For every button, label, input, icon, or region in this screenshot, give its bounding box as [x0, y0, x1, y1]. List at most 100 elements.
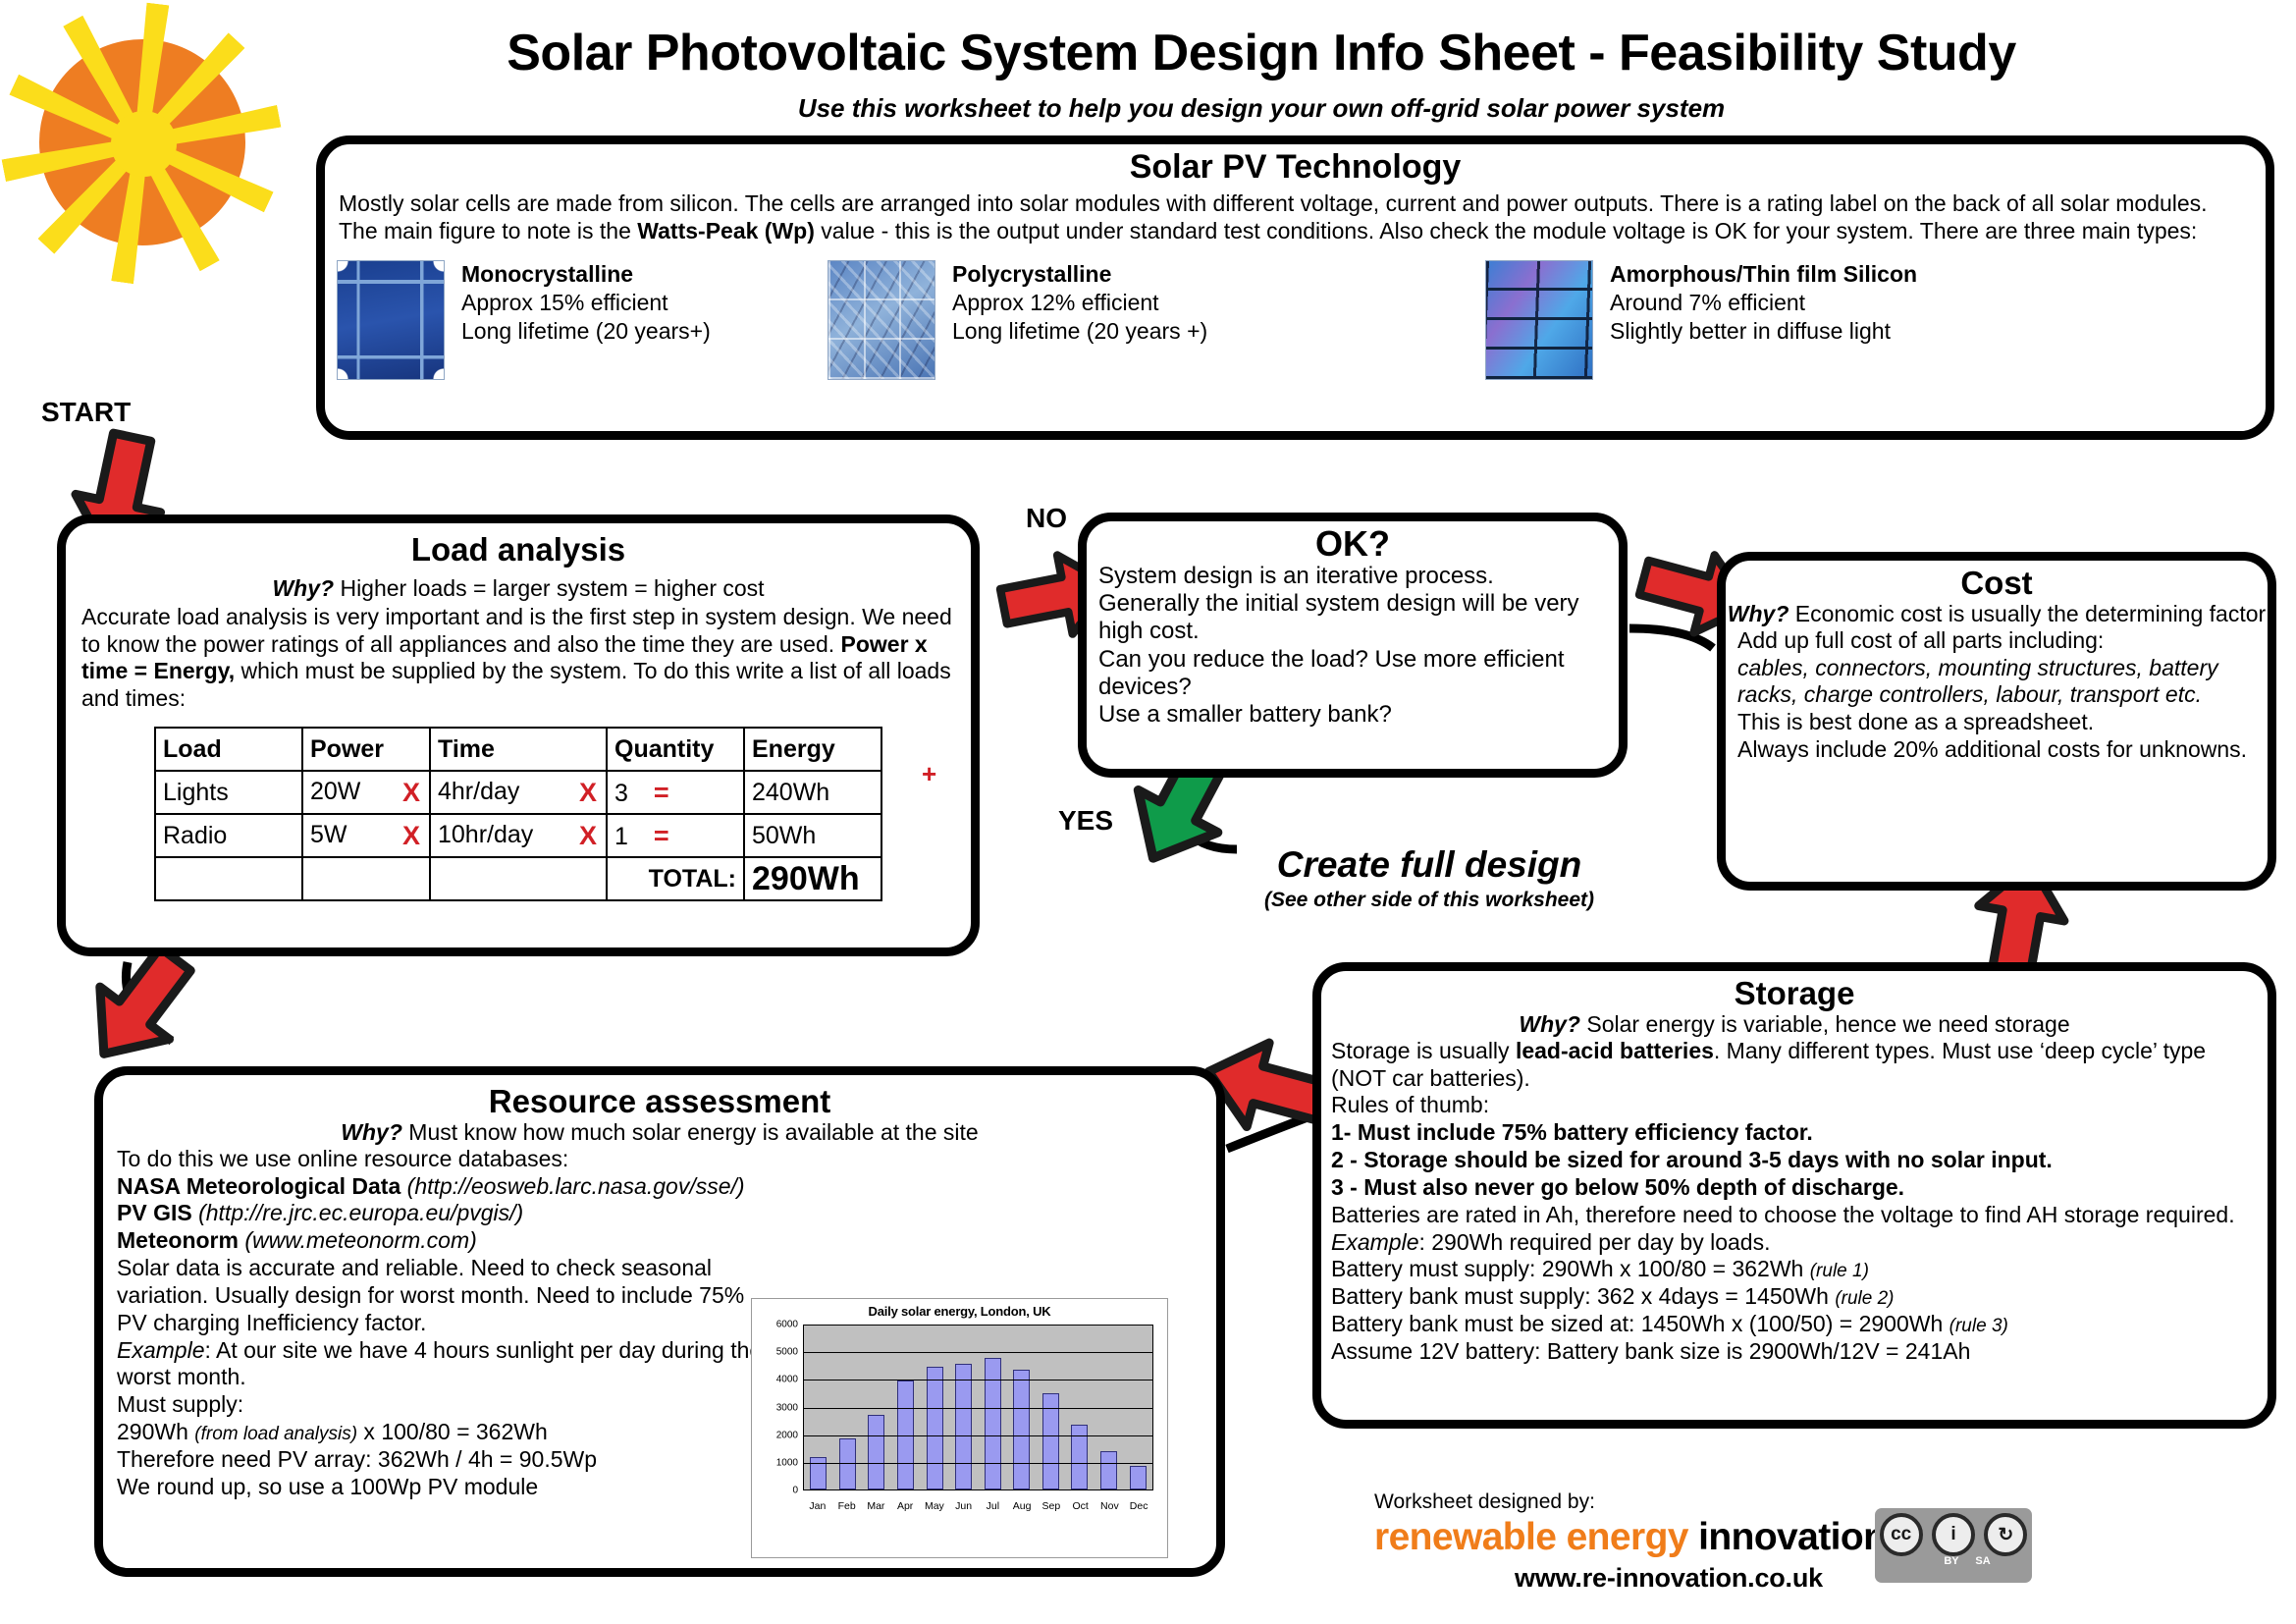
ok-line: System design is an iterative process. — [1098, 562, 1494, 589]
cell-load: Lights — [154, 770, 303, 816]
pv-type-lifetime: Long lifetime (20 years +) — [952, 318, 1208, 345]
create-full-design-heading: Create full design — [1276, 844, 1582, 885]
storage-rule: 3 - Must also never go below 50% depth o… — [1331, 1173, 1905, 1200]
cell-time: 10hr/day X — [429, 813, 608, 859]
chart-x-tick-label: May — [924, 1500, 944, 1512]
cost-line-2: This is best done as a spreadsheet. — [1737, 709, 2095, 735]
pv-type-name: Monocrystalline — [461, 261, 634, 288]
database-entry: Meteonorm (www.meteonorm.com) — [117, 1227, 1202, 1255]
why-label: Why? — [272, 574, 335, 601]
sun-core — [111, 111, 177, 177]
pv-type-monocrystalline: Monocrystalline Approx 15% efficient Lon… — [337, 260, 828, 381]
cell-empty — [301, 856, 431, 902]
multiply-operator-icon: X — [578, 820, 597, 850]
database-url: (http://re.jrc.ec.europa.eu/pvgis/) — [198, 1200, 524, 1226]
chart-x-tick-label: Jul — [986, 1500, 1000, 1512]
storage-assume: Assume 12V battery: Battery bank size is… — [1331, 1338, 1971, 1365]
polycrystalline-cell-icon — [828, 260, 935, 381]
cell-energy: 240Wh + — [743, 759, 936, 816]
chart-x-tick-label: Dec — [1129, 1500, 1148, 1512]
cc-by-icon: i — [1931, 1513, 1975, 1556]
cell-load: Radio — [154, 813, 303, 859]
chart-bar — [984, 1357, 1001, 1489]
why-text: Solar energy is variable, hence we need … — [1579, 1010, 2070, 1037]
example-label: Example — [117, 1336, 205, 1363]
plus-operator-icon: + — [922, 759, 937, 789]
table-row: Lights 20W X 4hr/day X 3 = 240Wh + — [154, 759, 936, 816]
column-header-energy: Energy — [743, 727, 882, 773]
logo-orange-text: renewable energy — [1374, 1516, 1688, 1558]
monocrystalline-cell-icon — [337, 260, 445, 381]
pv-type-lifetime: Long lifetime (20 years+) — [461, 318, 711, 345]
resource-why: Why? Must know how much solar energy is … — [103, 1119, 1216, 1146]
storage-panel: Storage Why? Solar energy is variable, h… — [1312, 962, 2276, 1429]
why-text: Higher loads = larger system = higher co… — [334, 574, 765, 601]
cost-why: Why? Economic cost is usually the determ… — [1726, 601, 2268, 627]
pv-technology-paragraph: Mostly solar cells are made from silicon… — [339, 190, 2252, 245]
table-total-row: TOTAL: 290Wh — [154, 856, 882, 902]
cell-empty — [429, 856, 608, 902]
resource-example: Example: At our site we have 4 hours sun… — [117, 1337, 765, 1392]
cell-energy-value: 240Wh — [752, 778, 830, 806]
load-body-part1: Accurate load analysis is very important… — [81, 603, 952, 657]
multiply-operator-icon: X — [578, 777, 597, 807]
cell-quantity-value: 3 — [614, 779, 628, 807]
chart-gridline — [803, 1352, 1153, 1354]
load-analysis-why: Why? Higher loads = larger system = high… — [66, 575, 971, 602]
load-analysis-panel: Load analysis Why? Higher loads = larger… — [57, 514, 980, 956]
cell-power-value: 20W — [310, 777, 361, 805]
re-innovation-logo: renewable energy innovation — [1374, 1516, 2277, 1559]
cost-panel: Cost Why? Economic cost is usually the d… — [1717, 552, 2276, 891]
cell-quantity: 1 = — [606, 813, 745, 859]
database-entry: PV GIS (http://re.jrc.ec.europa.eu/pvgis… — [117, 1200, 1202, 1227]
example-text: : At our site we have 4 hours sunlight p… — [117, 1336, 763, 1390]
pv-type-polycrystalline: Polycrystalline Approx 12% efficient Lon… — [828, 260, 1485, 381]
ok-decision-panel: OK? System design is an iterative proces… — [1078, 513, 1628, 778]
total-value: 290Wh — [743, 856, 882, 902]
load-to-resource-arrow-red — [77, 943, 209, 1070]
resource-calc-1b: x 100/80 = 362Wh — [357, 1419, 548, 1445]
example-label: Example — [1331, 1228, 1419, 1255]
storage-title: Storage — [1734, 975, 1855, 1011]
chart-title: Daily solar energy, London, UK — [868, 1304, 1051, 1319]
chart-bar — [955, 1363, 973, 1489]
lead-acid-batteries-term: lead-acid batteries — [1515, 1037, 1714, 1063]
chart-x-tick-label: Mar — [867, 1500, 885, 1512]
chart-bar — [1100, 1451, 1118, 1489]
resource-calc-1-note: (from load analysis) — [194, 1424, 358, 1445]
pv-type-name: Amorphous/Thin film Silicon — [1610, 261, 1918, 288]
total-label: TOTAL: — [606, 856, 745, 902]
cell-power: 20W X — [301, 770, 431, 816]
pv-type-efficiency: Approx 12% efficient — [952, 290, 1159, 316]
table-header-row: Load Power Time Quantity Energy — [154, 727, 882, 773]
chart-gridline — [803, 1407, 1153, 1409]
resource-body: Solar data is accurate and reliable. Nee… — [117, 1255, 745, 1335]
storage-intro: Storage is usually lead-acid batteries. … — [1331, 1038, 2258, 1093]
watts-peak-term: Watts-Peak (Wp) — [637, 217, 815, 244]
chart-x-tick-label: Oct — [1072, 1500, 1089, 1512]
pv-technology-title: Solar PV Technology — [1129, 148, 1462, 186]
chart-bar — [868, 1414, 885, 1489]
example-text: : 290Wh required per day by loads. — [1418, 1228, 1771, 1255]
chart-x-tick-label: Jun — [955, 1500, 973, 1512]
equals-operator-icon: = — [653, 777, 669, 807]
chart-y-tick-label: 0 — [792, 1485, 798, 1496]
pv-types-row: Monocrystalline Approx 15% efficient Lon… — [325, 260, 2266, 381]
yes-label: YES — [1058, 805, 1114, 836]
pv-type-name: Polycrystalline — [952, 261, 1112, 288]
pv-paragraph-part2: value - this is the output under standar… — [814, 217, 2198, 244]
footer: Worksheet designed by: renewable energy … — [1374, 1490, 2277, 1594]
chart-y-tick-label: 2000 — [775, 1430, 798, 1441]
cell-power-value: 5W — [310, 820, 347, 848]
storage-calc-note: (rule 1) — [1809, 1261, 1869, 1282]
database-url: (www.meteonorm.com) — [244, 1227, 477, 1254]
chart-y-tick-label: 3000 — [775, 1402, 798, 1413]
chart-x-tick-label: Nov — [1100, 1500, 1119, 1512]
cc-sa-label: SA — [1975, 1555, 1991, 1567]
cc-by-label: BY — [1944, 1555, 1959, 1567]
resource-intro: To do this we use online resource databa… — [117, 1145, 569, 1171]
creative-commons-license-badge: cc i ↻ BY SA — [1875, 1508, 2032, 1583]
storage-intro-part1: Storage is usually — [1331, 1037, 1516, 1063]
database-name: NASA Meteorological Data — [117, 1172, 401, 1199]
no-label: NO — [1026, 503, 1067, 533]
